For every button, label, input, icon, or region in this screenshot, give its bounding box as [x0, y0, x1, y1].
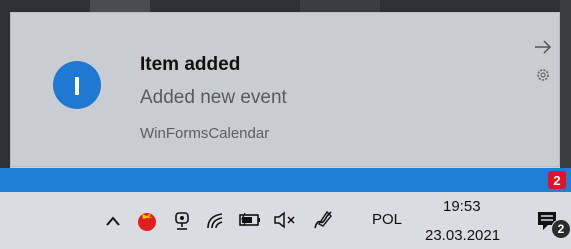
pen-icon[interactable] [309, 207, 337, 233]
input-language-indicator[interactable]: POL [372, 211, 402, 228]
desktop-right-edge [560, 0, 571, 168]
info-icon [53, 61, 101, 109]
gear-icon[interactable] [532, 64, 554, 86]
band-badge: 2 [548, 171, 566, 189]
notification-count-badge: 2 [551, 219, 571, 239]
battery-icon[interactable] [237, 209, 263, 231]
toast-title: Item added [140, 54, 241, 75]
clock-date[interactable]: 23.03.2021 [425, 227, 500, 244]
toast-message: Added new event [140, 87, 287, 108]
chevron-up-icon[interactable] [102, 210, 124, 232]
tomato-app-icon[interactable] [134, 206, 160, 234]
app-taskband [0, 168, 571, 192]
wifi-icon[interactable] [203, 208, 227, 232]
toast-app-name: WinFormsCalendar [140, 125, 270, 142]
meet-now-icon[interactable] [170, 208, 194, 234]
clock-time[interactable]: 19:53 [443, 198, 481, 215]
desktop-left-edge [0, 0, 10, 168]
volume-muted-icon[interactable] [271, 209, 299, 231]
notification-toast[interactable]: Item added Added new event WinFormsCalen… [10, 12, 560, 167]
dismiss-arrow-icon[interactable] [531, 35, 555, 59]
